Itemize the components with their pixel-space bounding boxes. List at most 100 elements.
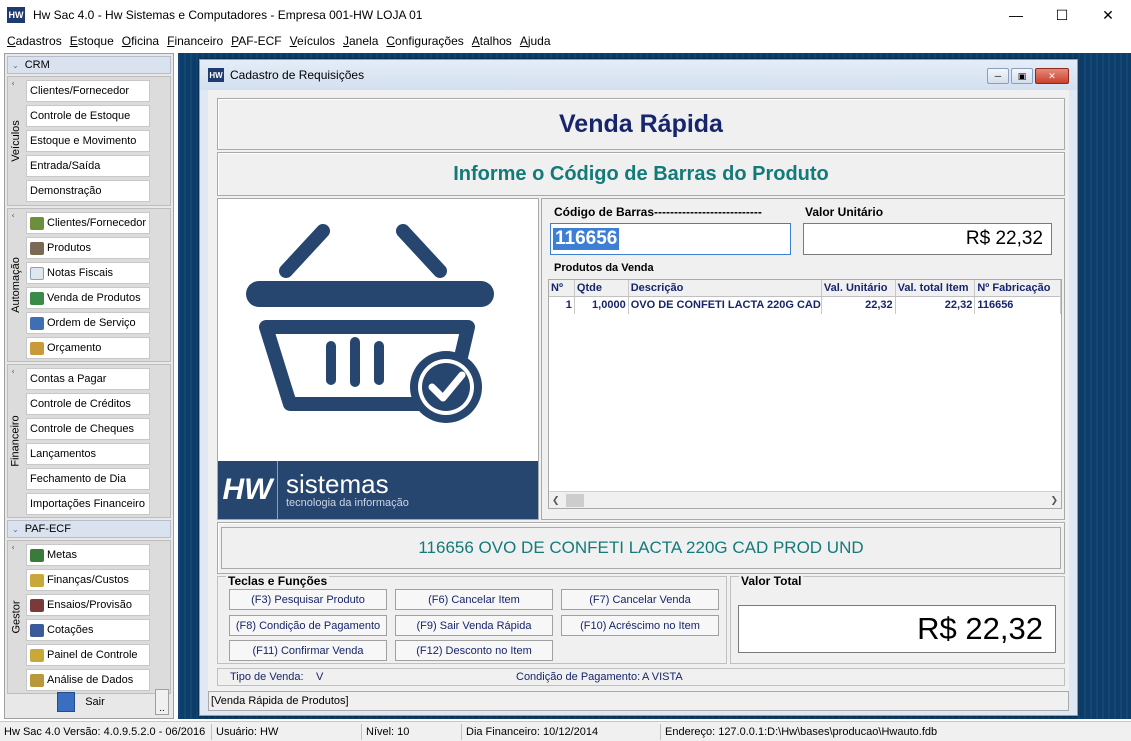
- bar-chart-icon: [30, 623, 44, 637]
- chevron-up-icon[interactable]: ⌃: [11, 544, 20, 551]
- sidebar-item-orcamento[interactable]: Orçamento: [26, 337, 150, 359]
- sale-type-value: V: [316, 671, 324, 683]
- minimize-icon[interactable]: ─: [987, 68, 1009, 84]
- sidebar-item-fechamento-dia[interactable]: Fechamento de Dia: [26, 468, 150, 490]
- close-icon[interactable]: ✕: [1035, 68, 1069, 84]
- total-value: R$ 22,32: [738, 605, 1056, 653]
- sidebar-item-metas[interactable]: Metas: [26, 544, 150, 566]
- f11-confirm-sale-button[interactable]: (F11) Confirmar Venda: [229, 640, 387, 661]
- chevron-up-icon[interactable]: ⌃: [11, 368, 20, 375]
- calculator-icon: [30, 341, 44, 355]
- col-val-unitario[interactable]: Val. Unitário: [822, 280, 896, 296]
- mdi-window-controls: ─ ▣ ✕: [987, 68, 1069, 84]
- menu-estoque[interactable]: Estoque: [66, 34, 118, 48]
- maximize-icon[interactable]: ☐: [1039, 0, 1085, 30]
- chevron-down-icon: ⌄: [12, 60, 19, 70]
- sidebar-item-financas-custos[interactable]: Finanças/Custos: [26, 569, 150, 591]
- col-val-total-item[interactable]: Val. total Item: [896, 280, 976, 296]
- sidebar-item-clientes-fornecedor[interactable]: Clientes/Fornecedor: [26, 80, 150, 102]
- sidebar-item-contas-pagar[interactable]: Contas a Pagar: [26, 368, 150, 390]
- exit-door-icon: [57, 692, 76, 712]
- sidebar-item-produtos[interactable]: Produtos: [26, 237, 150, 259]
- brand-tagline: tecnologia da informação: [286, 497, 409, 509]
- menu-configuracoes[interactable]: Configurações: [382, 34, 467, 48]
- col-qtde[interactable]: Qtde: [575, 280, 629, 296]
- people-icon: [30, 216, 44, 230]
- f6-cancel-item-button[interactable]: (F6) Cancelar Item: [395, 589, 553, 610]
- analysis-icon: [30, 673, 44, 687]
- chevron-up-icon[interactable]: ⌃: [11, 80, 20, 87]
- f8-payment-condition-button[interactable]: (F8) Condição de Pagamento: [229, 615, 387, 636]
- money-icon: [30, 573, 44, 587]
- sidebar-item-painel-controle[interactable]: Painel de Controle: [26, 644, 150, 666]
- status-bar: Hw Sac 4.0 Versão: 4.0.9.5.2.0 - 06/2016…: [0, 721, 1131, 741]
- scroll-left-icon[interactable]: ❮: [552, 495, 560, 506]
- more-button[interactable]: ..: [155, 689, 169, 715]
- sale-type-label: Tipo de Venda:: [230, 671, 304, 683]
- crm-group-header[interactable]: ⌄ CRM: [7, 56, 171, 74]
- sidebar-item-ensaios-provisao[interactable]: Ensaios/Provisão: [26, 594, 150, 616]
- restore-icon[interactable]: ▣: [1011, 68, 1033, 84]
- sidebar-item-estoque-movimento[interactable]: Estoque e Movimento: [26, 130, 150, 152]
- venda-rapida-form: Venda Rápida Informe o Código de Barras …: [208, 90, 1069, 709]
- product-description-panel: 116656 OVO DE CONFETI LACTA 220G CAD PRO…: [217, 522, 1065, 574]
- menu-financeiro[interactable]: Financeiro: [163, 34, 227, 48]
- col-descricao[interactable]: Descrição: [629, 280, 822, 296]
- sidebar-item-demonstracao[interactable]: Demonstração: [26, 180, 150, 202]
- sidebar-item-cotacoes[interactable]: Cotações: [26, 619, 150, 641]
- minimize-icon[interactable]: —: [993, 0, 1039, 30]
- paf-ecf-group-header[interactable]: ⌄ PAF-ECF: [7, 520, 171, 538]
- chevron-up-icon[interactable]: ⌃: [11, 212, 20, 219]
- f12-item-discount-button[interactable]: (F12) Desconto no Item: [395, 640, 553, 661]
- sidebar-item-clientes-fornecedor-auto[interactable]: Clientes/Fornecedor: [26, 212, 150, 234]
- sale-entry-area: Código de Barras------------------------…: [541, 198, 1065, 520]
- window-icon: HW: [208, 68, 224, 82]
- shopping-basket-check-icon: [246, 224, 494, 423]
- close-icon[interactable]: ✕: [1085, 0, 1131, 30]
- brand-text: sistemas tecnologia da informação: [286, 471, 409, 509]
- chart-icon: [30, 548, 44, 562]
- f7-cancel-sale-button[interactable]: (F7) Cancelar Venda: [561, 589, 719, 610]
- col-num-fabricacao[interactable]: Nº Fabricação: [975, 280, 1061, 296]
- sidebar-item-importacoes-financeiro[interactable]: Importações Financeiro: [26, 493, 150, 515]
- payment-condition-label: Condição de Pagamento:: [516, 671, 641, 683]
- status-financial-day: Dia Financeiro: 10/12/2014: [466, 726, 599, 738]
- menu-atalhos[interactable]: Atalhos: [468, 34, 516, 48]
- exit-button[interactable]: Sair: [7, 689, 155, 715]
- sidebar-item-controle-estoque[interactable]: Controle de Estoque: [26, 105, 150, 127]
- window-status-bar: [Venda Rápida de Produtos]: [208, 691, 1069, 711]
- sidebar-item-entrada-saida[interactable]: Entrada/Saída: [26, 155, 150, 177]
- box-icon: [30, 241, 44, 255]
- horizontal-scrollbar[interactable]: ❮ ❯: [549, 491, 1061, 508]
- menu-paf-ecf[interactable]: PAF-ECF: [227, 34, 285, 48]
- menu-veiculos[interactable]: Veículos: [286, 34, 339, 48]
- scroll-thumb[interactable]: [565, 493, 584, 507]
- status-address: Endereço: 127.0.0.1:D:\Hw\bases\producao…: [665, 726, 938, 738]
- sidebar-item-ordem-servico[interactable]: Ordem de Serviço: [26, 312, 150, 334]
- sidebar-item-notas-fiscais[interactable]: Notas Fiscais: [26, 262, 150, 284]
- f10-item-surcharge-button[interactable]: (F10) Acréscimo no Item: [561, 615, 719, 636]
- sales-icon: [30, 291, 44, 305]
- grid-header: Nº Qtde Descrição Val. Unitário Val. tot…: [549, 280, 1061, 297]
- chevron-down-icon: ⌄: [12, 524, 19, 534]
- f3-search-product-button[interactable]: (F3) Pesquisar Produto: [229, 589, 387, 610]
- financeiro-label: ⌃ Financeiro: [10, 368, 23, 467]
- table-row[interactable]: 1 1,0000 OVO DE CONFETI LACTA 220G CAD I…: [549, 297, 1061, 314]
- barcode-input[interactable]: 116656: [550, 223, 791, 255]
- products-grid[interactable]: Nº Qtde Descrição Val. Unitário Val. tot…: [548, 279, 1062, 509]
- menu-oficina[interactable]: Oficina: [118, 34, 163, 48]
- sidebar-item-controle-creditos[interactable]: Controle de Créditos: [26, 393, 150, 415]
- sidebar-item-venda-produtos[interactable]: Venda de Produtos: [26, 287, 150, 309]
- f9-exit-quick-sale-button[interactable]: (F9) Sair Venda Rápida: [395, 615, 553, 636]
- scroll-right-icon[interactable]: ❯: [1050, 495, 1058, 506]
- sidebar-item-lancamentos[interactable]: Lançamentos: [26, 443, 150, 465]
- col-numero[interactable]: Nº: [549, 280, 575, 296]
- sidebar-item-controle-cheques[interactable]: Controle de Cheques: [26, 418, 150, 440]
- menu-cadastros[interactable]: Cadastros: [3, 34, 66, 48]
- barcode-instruction: Informe o Código de Barras do Produto: [217, 152, 1065, 196]
- requisicoes-titlebar: HW Cadastro de Requisições: [200, 60, 1077, 90]
- menu-ajuda[interactable]: Ajuda: [516, 34, 555, 48]
- document-icon: [30, 266, 44, 280]
- sidebar: ⌄ CRM ⌃ Veículos Clientes/Fornecedor Con…: [4, 53, 174, 719]
- menu-janela[interactable]: Janela: [339, 34, 382, 48]
